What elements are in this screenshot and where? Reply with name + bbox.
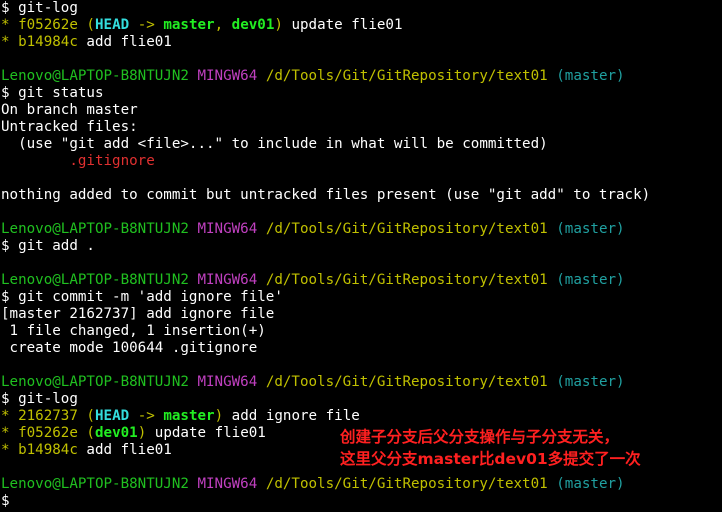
prompt-branch: (master) bbox=[556, 374, 625, 390]
shell-prompt: Lenovo@LAPTOP-B8NTUJN2 MINGW64 /d/Tools/… bbox=[1, 221, 625, 238]
prompt-branch: (master) bbox=[556, 476, 625, 492]
ref-close: ) bbox=[274, 17, 283, 33]
output-line: 1 file changed, 1 insertion(+) bbox=[1, 323, 266, 339]
ref-arrow: -> bbox=[129, 408, 164, 424]
branch-ref: dev01 bbox=[231, 17, 275, 33]
log-bullet: * bbox=[1, 34, 19, 50]
prompt-path: /d/Tools/Git/GitRepository/text01 bbox=[265, 374, 548, 390]
prompt-path: /d/Tools/Git/GitRepository/text01 bbox=[265, 476, 548, 492]
shell-prompt: Lenovo@LAPTOP-B8NTUJN2 MINGW64 /d/Tools/… bbox=[1, 476, 625, 493]
prompt-path: /d/Tools/Git/GitRepository/text01 bbox=[265, 272, 548, 288]
commit-hash: b14984c bbox=[18, 34, 78, 50]
log-bullet: * bbox=[1, 17, 19, 33]
input-prompt[interactable]: $ bbox=[1, 493, 26, 510]
prompt-user: Lenovo@LAPTOP-B8NTUJN2 bbox=[1, 68, 189, 84]
log-entry: * f05262e (HEAD -> master, dev01) update… bbox=[1, 17, 403, 34]
output-line: Untracked files: bbox=[1, 119, 138, 135]
output-line: (use "git add <file>..." to include in w… bbox=[1, 136, 548, 152]
text-cursor bbox=[18, 494, 26, 508]
log-entry: * f05262e (dev01) update flie01 bbox=[1, 425, 266, 442]
commit-message: update flie01 bbox=[282, 17, 403, 33]
prompt-user: Lenovo@LAPTOP-B8NTUJN2 bbox=[1, 272, 189, 288]
log-entry: * b14984c add flie01 bbox=[1, 442, 172, 459]
output-line: create mode 100644 .gitignore bbox=[1, 340, 258, 356]
ref-open: ( bbox=[77, 408, 95, 424]
output-line: nothing added to commit but untracked fi… bbox=[1, 187, 651, 203]
log-bullet: * bbox=[1, 442, 19, 458]
command-line: $ git-log bbox=[1, 391, 78, 407]
prompt-path: /d/Tools/Git/GitRepository/text01 bbox=[265, 68, 548, 84]
prompt-branch: (master) bbox=[556, 221, 625, 237]
commit-message: update flie01 bbox=[146, 425, 266, 441]
prompt-user: Lenovo@LAPTOP-B8NTUJN2 bbox=[1, 476, 189, 492]
log-bullet: * bbox=[1, 408, 19, 424]
command-line: $ git add . bbox=[1, 238, 95, 254]
head-ref: HEAD bbox=[94, 17, 130, 33]
annotation-line: 这里父分支master比dev01多提交了一次 bbox=[340, 450, 641, 468]
commit-hash: f05262e bbox=[18, 17, 78, 33]
output-line: On branch master bbox=[1, 102, 138, 118]
prompt-user: Lenovo@LAPTOP-B8NTUJN2 bbox=[1, 221, 189, 237]
shell-prompt: Lenovo@LAPTOP-B8NTUJN2 MINGW64 /d/Tools/… bbox=[1, 68, 625, 85]
commit-hash: 2162737 bbox=[18, 408, 78, 424]
commit-hash: f05262e bbox=[18, 425, 78, 441]
prompt-shell: MINGW64 bbox=[197, 68, 258, 84]
commit-message: add flie01 bbox=[77, 442, 172, 458]
log-entry: * b14984c add flie01 bbox=[1, 34, 172, 51]
head-ref: HEAD bbox=[94, 408, 130, 424]
prompt-shell: MINGW64 bbox=[197, 476, 258, 492]
prompt-branch: (master) bbox=[556, 272, 625, 288]
annotation-line: 创建子分支后父分支操作与子分支无关， bbox=[340, 428, 620, 446]
branch-ref: master bbox=[163, 17, 215, 33]
untracked-file: .gitignore bbox=[1, 153, 155, 169]
prompt-symbol: $ bbox=[1, 493, 19, 509]
branch-ref: master bbox=[163, 408, 215, 424]
prompt-shell: MINGW64 bbox=[197, 374, 258, 390]
output-line: [master 2162737] add ignore file bbox=[1, 306, 275, 322]
ref-close: ) bbox=[214, 408, 224, 424]
command-line: $ git status bbox=[1, 85, 104, 101]
annotation-note: 创建子分支后父分支操作与子分支无关， 这里父分支master比dev01多提交了一… bbox=[340, 426, 641, 470]
commit-message: add ignore file bbox=[223, 408, 360, 424]
ref-arrow: -> bbox=[129, 17, 164, 33]
prompt-path: /d/Tools/Git/GitRepository/text01 bbox=[265, 221, 548, 237]
command-line: $ git commit -m 'add ignore file' bbox=[1, 289, 283, 305]
ref-open: ( bbox=[77, 425, 95, 441]
prompt-shell: MINGW64 bbox=[197, 272, 258, 288]
commit-message: add flie01 bbox=[77, 34, 172, 50]
terminal-window[interactable]: $ git-log * f05262e (HEAD -> master, dev… bbox=[1, 0, 722, 512]
log-entry: * 2162737 (HEAD -> master) add ignore fi… bbox=[1, 408, 360, 425]
prompt-branch: (master) bbox=[556, 68, 625, 84]
commit-hash: b14984c bbox=[18, 442, 78, 458]
shell-prompt: Lenovo@LAPTOP-B8NTUJN2 MINGW64 /d/Tools/… bbox=[1, 374, 625, 391]
prompt-shell: MINGW64 bbox=[197, 221, 258, 237]
prompt-user: Lenovo@LAPTOP-B8NTUJN2 bbox=[1, 374, 189, 390]
ref-close: ) bbox=[137, 425, 147, 441]
shell-prompt: Lenovo@LAPTOP-B8NTUJN2 MINGW64 /d/Tools/… bbox=[1, 272, 625, 289]
branch-ref: dev01 bbox=[94, 425, 138, 441]
ref-comma: , bbox=[214, 17, 232, 33]
command-line: $ git-log bbox=[1, 0, 78, 16]
ref-open: ( bbox=[77, 17, 95, 33]
log-bullet: * bbox=[1, 425, 19, 441]
